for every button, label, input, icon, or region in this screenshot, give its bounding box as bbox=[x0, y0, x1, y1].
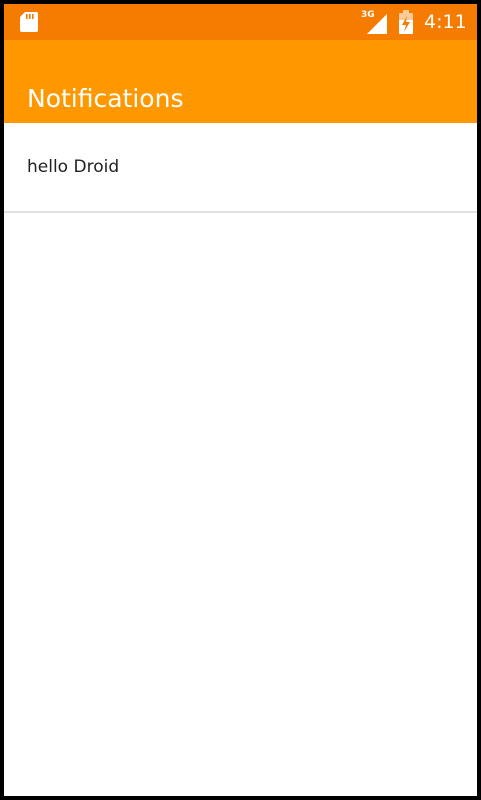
status-bar: 3G 4:11 bbox=[4, 4, 477, 40]
page-title: Notifications bbox=[27, 83, 184, 113]
app-bar: Notifications bbox=[4, 40, 477, 123]
list-item[interactable]: hello Droid bbox=[4, 123, 477, 211]
list-divider bbox=[4, 211, 477, 213]
sd-card-icon bbox=[20, 12, 38, 32]
phone-screen: 3G 4:11 Notifications hello Droid bbox=[4, 4, 477, 796]
notification-list: hello Droid bbox=[4, 123, 477, 213]
notification-text: hello Droid bbox=[27, 157, 120, 177]
battery-charging-icon bbox=[399, 10, 413, 34]
status-bar-clock: 4:11 bbox=[424, 11, 467, 33]
signal-icon: 3G bbox=[361, 10, 387, 34]
